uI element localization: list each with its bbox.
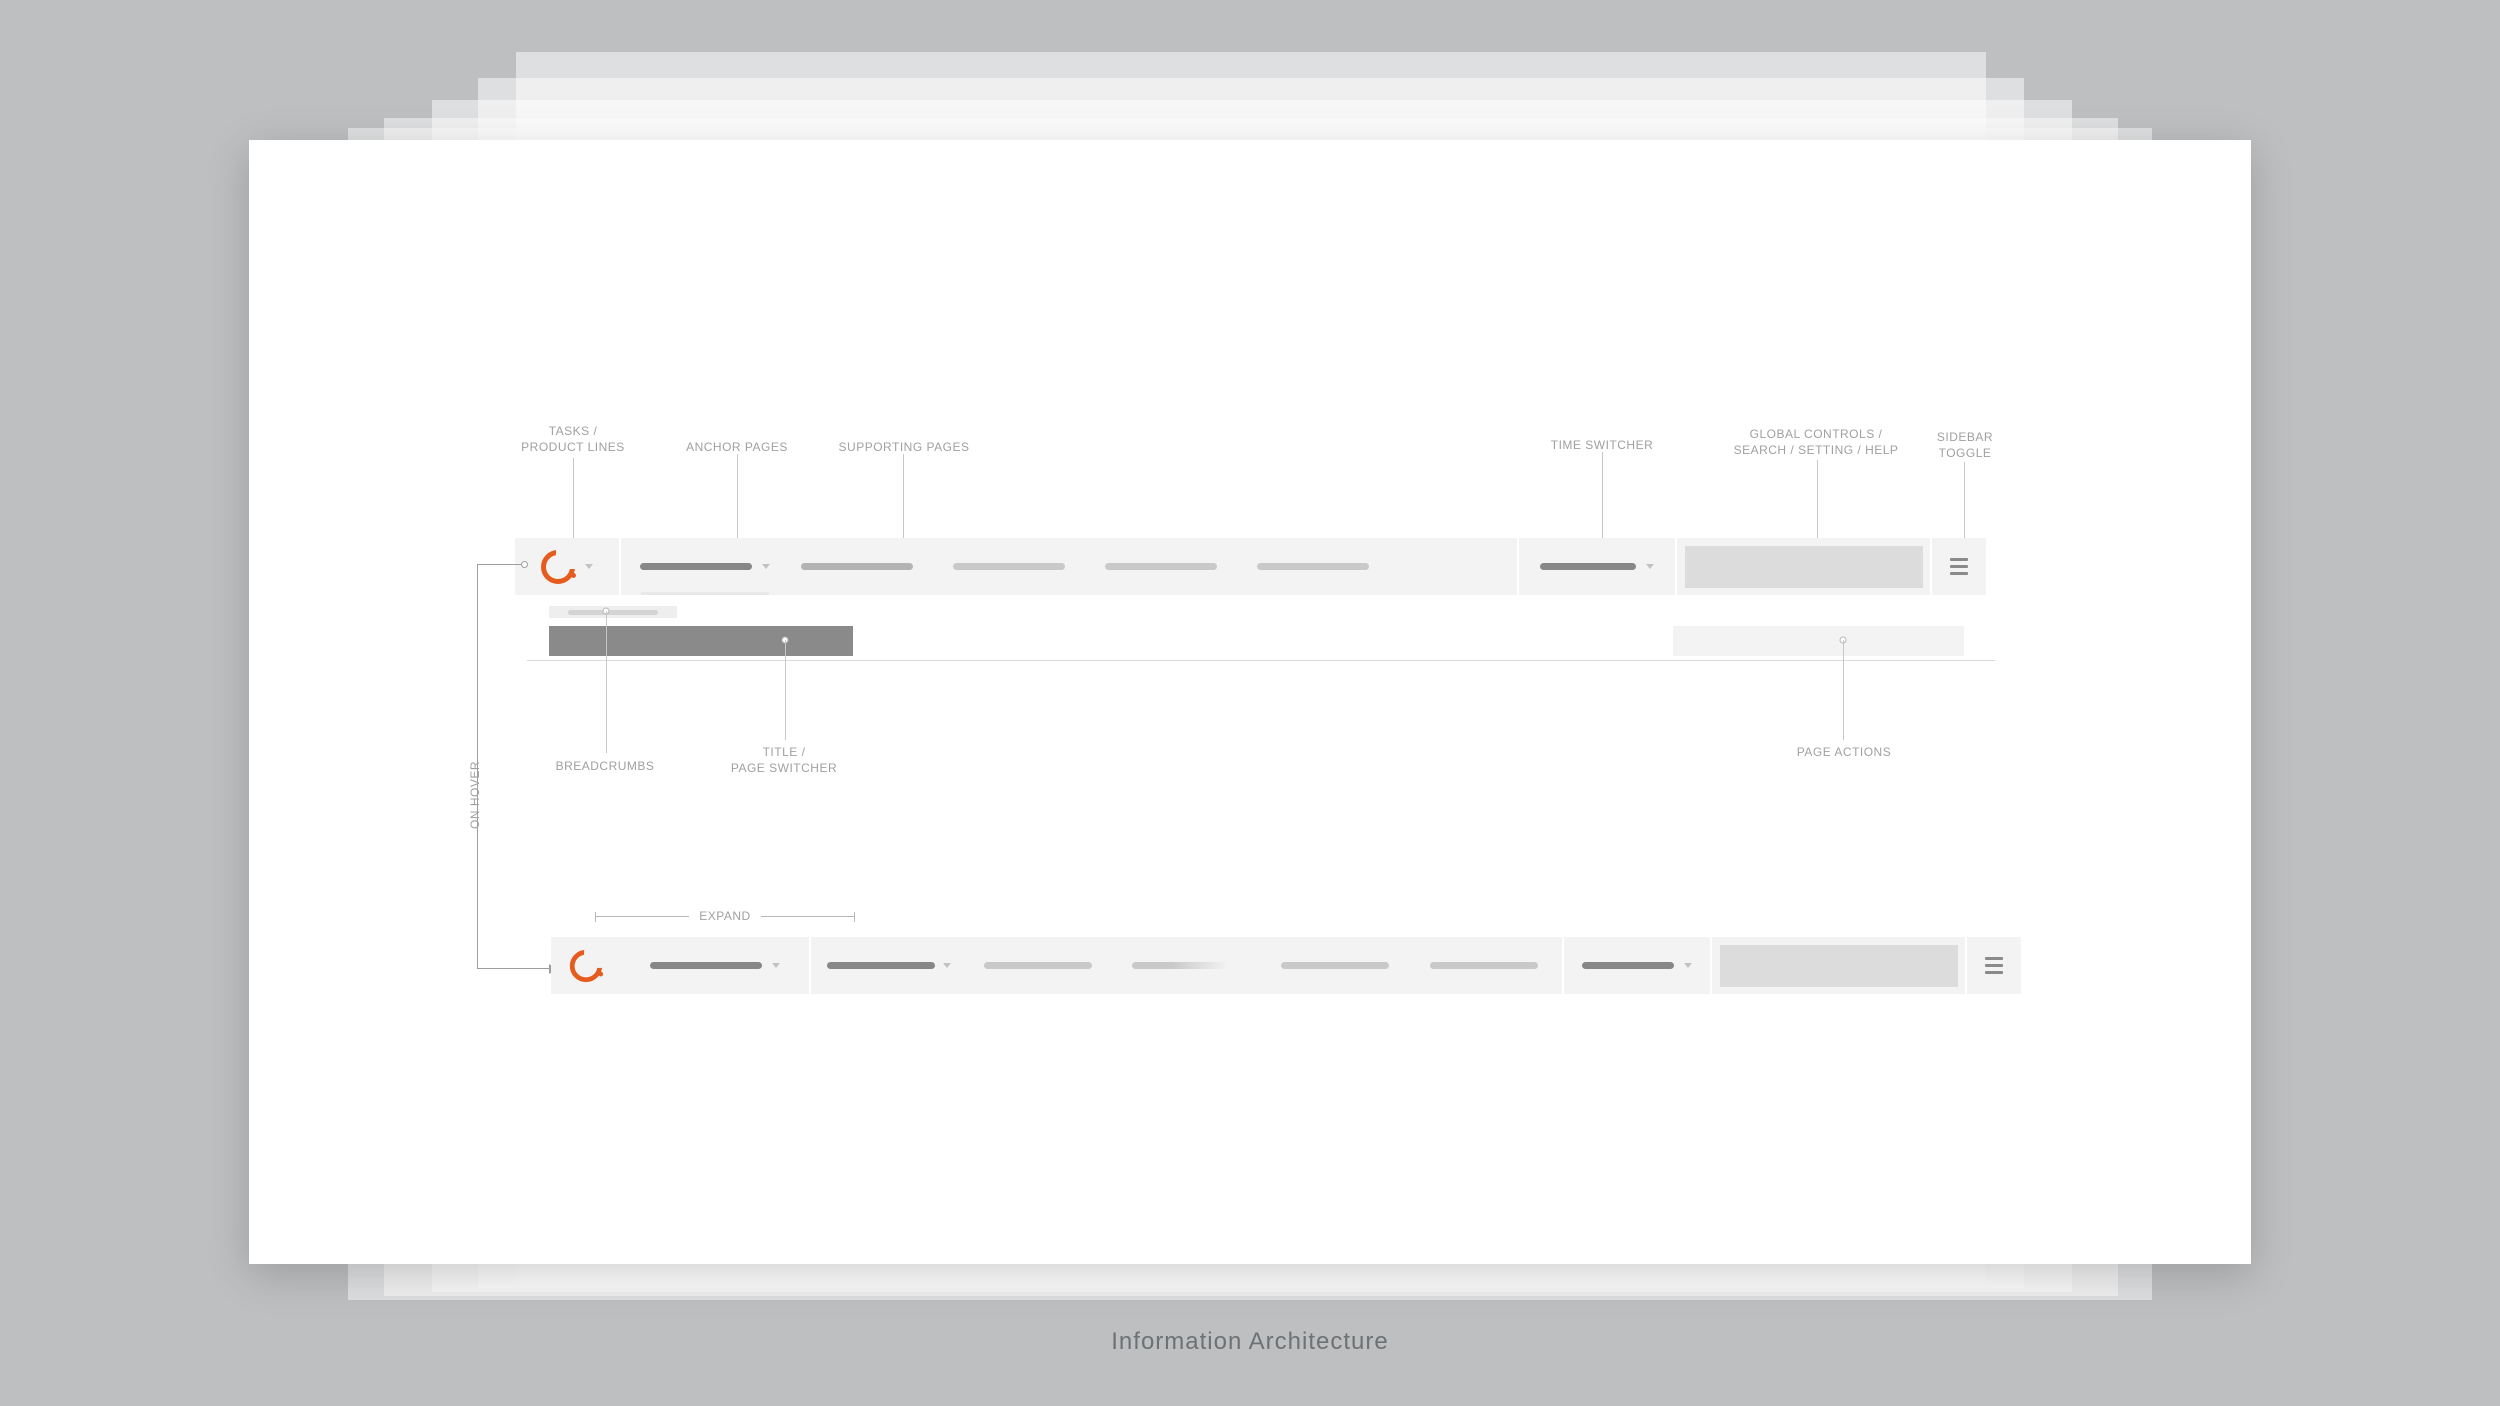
nav-tab[interactable] [815, 937, 964, 994]
nav-tab[interactable] [1085, 538, 1237, 595]
placeholder-text [568, 610, 658, 615]
annotation-tasks: TASKS / PRODUCT LINES [498, 423, 648, 455]
chevron-down-icon [585, 564, 593, 569]
time-switcher[interactable] [1562, 937, 1712, 994]
chevron-down-icon [772, 963, 780, 968]
page-title-switcher[interactable] [549, 626, 853, 656]
slide-caption: Information Architecture [0, 1328, 2500, 1356]
product-switcher[interactable] [621, 937, 811, 994]
connector [477, 564, 521, 565]
placeholder-text [984, 962, 1092, 969]
nav-tab[interactable] [781, 538, 933, 595]
hamburger-icon [1950, 558, 1968, 575]
leader-dot [521, 561, 528, 568]
global-controls[interactable] [1712, 937, 1965, 994]
leader-line [785, 640, 786, 740]
brand-logo-icon [570, 949, 602, 981]
placeholder-text [1105, 563, 1217, 570]
brand-logo-icon [541, 550, 575, 584]
placeholder-text [1132, 962, 1240, 969]
nav-tab[interactable] [964, 937, 1113, 994]
annotation-global-controls: GLOBAL CONTROLS / SEARCH / SETTING / HEL… [1701, 426, 1931, 458]
nav-tabs [621, 538, 1517, 595]
logo-cell[interactable] [551, 937, 621, 994]
logo-cell[interactable] [515, 538, 621, 595]
placeholder-text [801, 563, 913, 570]
annotation-breadcrumbs: BREADCRUMBS [535, 758, 675, 774]
placeholder-text [953, 563, 1065, 570]
placeholder-text [1257, 563, 1369, 570]
breadcrumb[interactable] [549, 606, 677, 618]
connector [477, 968, 549, 969]
annotation-title: TITLE / PAGE SWITCHER [709, 744, 859, 776]
nav-tabs [811, 937, 1562, 994]
sidebar-toggle[interactable] [1965, 937, 2021, 994]
placeholder-text [1430, 962, 1538, 969]
hamburger-icon [1985, 957, 2003, 974]
leader-line [1843, 640, 1844, 740]
page-actions[interactable] [1673, 626, 1964, 656]
controls-box [1685, 546, 1923, 588]
placeholder-text [1582, 962, 1674, 969]
chevron-down-icon [943, 963, 951, 968]
annotation-expand: EXPAND [689, 909, 760, 923]
divider [527, 660, 1995, 661]
nav-tab[interactable] [1112, 937, 1261, 994]
leader-line [606, 611, 607, 753]
chevron-down-icon [1646, 564, 1654, 569]
navbar-expanded [551, 937, 2021, 994]
slide: TASKS / PRODUCT LINES ANCHOR PAGES SUPPO… [249, 140, 2251, 1264]
global-controls[interactable] [1677, 538, 1930, 595]
annotation-on-hover: ON HOVER [467, 740, 483, 850]
placeholder-text [650, 962, 762, 969]
nav-tab[interactable] [1409, 937, 1558, 994]
chevron-down-icon [1684, 963, 1692, 968]
annotation-sidebar-toggle: SIDEBAR TOGGLE [1905, 429, 2025, 461]
placeholder-text [1540, 563, 1636, 570]
time-switcher[interactable] [1517, 538, 1677, 595]
navbar-collapsed [515, 538, 1986, 595]
nav-tab[interactable] [933, 538, 1085, 595]
annotation-time-switcher: TIME SWITCHER [1527, 437, 1677, 453]
placeholder-text [827, 962, 935, 969]
placeholder-text [640, 563, 752, 570]
sidebar-toggle[interactable] [1930, 538, 1986, 595]
controls-box [1720, 945, 1958, 987]
nav-tab[interactable] [1261, 937, 1410, 994]
expand-bracket: EXPAND [595, 912, 855, 922]
nav-tab[interactable] [1237, 538, 1389, 595]
chevron-down-icon [762, 564, 770, 569]
annotation-anchor: ANCHOR PAGES [662, 439, 812, 455]
annotation-supporting: SUPPORTING PAGES [829, 439, 979, 455]
annotation-page-actions: PAGE ACTIONS [1769, 744, 1919, 760]
nav-tab[interactable] [629, 538, 781, 595]
placeholder-text [1281, 962, 1389, 969]
